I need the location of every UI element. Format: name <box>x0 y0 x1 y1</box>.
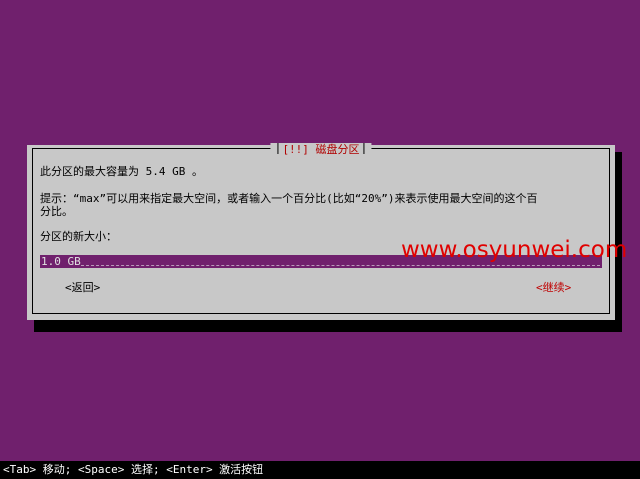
new-size-value: 1.0 GB <box>41 255 81 268</box>
new-size-label: 分区的新大小： <box>40 230 117 243</box>
dialog-title: [!!] 磁盘分区 <box>270 143 372 156</box>
hint-text-line2: 分比。 <box>40 205 73 218</box>
input-fill-line <box>81 265 600 266</box>
title-left-tick <box>277 143 279 154</box>
hint-text-line1: 提示：“max”可以用来指定最大空间，或者输入一个百分比(比如“20%”)来表示… <box>40 192 538 205</box>
dialog-title-text: [!!] 磁盘分区 <box>282 143 360 156</box>
max-capacity-text: 此分区的最大容量为 5.4 GB 。 <box>40 165 203 178</box>
watermark-text: www.osyunwei.com <box>401 237 628 263</box>
title-right-tick <box>363 143 365 154</box>
back-button[interactable]: <返回> <box>65 281 100 295</box>
partition-dialog: [!!] 磁盘分区 此分区的最大容量为 5.4 GB 。 提示：“max”可以用… <box>27 143 615 320</box>
continue-button[interactable]: <继续> <box>536 281 572 295</box>
status-bar: <Tab> 移动; <Space> 选择; <Enter> 激活按钮 <box>0 461 640 479</box>
